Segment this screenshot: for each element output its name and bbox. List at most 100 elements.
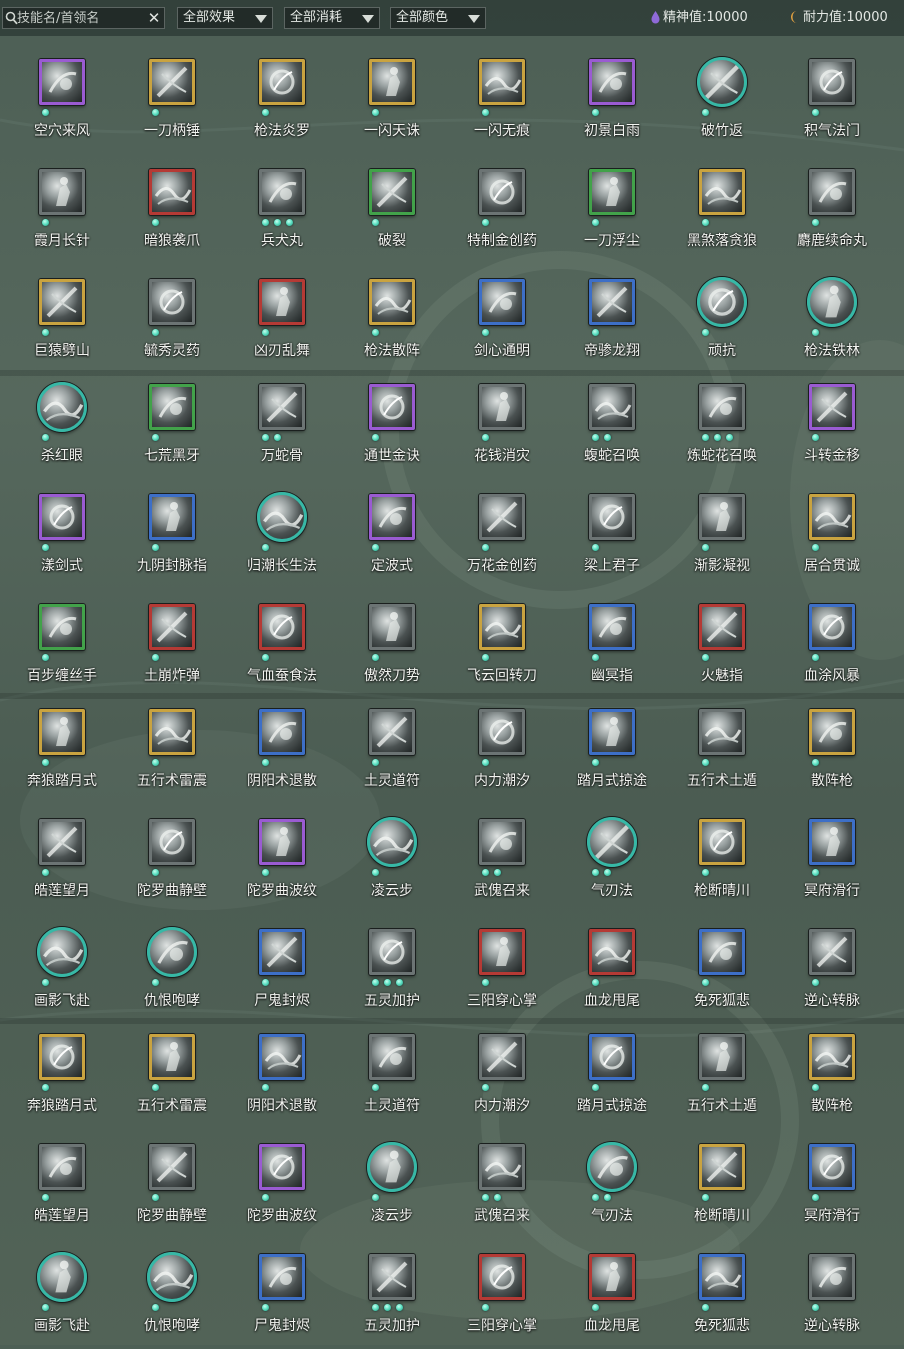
skill-card[interactable]: 陀罗曲波纹 — [227, 1139, 337, 1239]
skill-card[interactable]: 枪断晴川 — [667, 1139, 777, 1239]
skill-card[interactable]: 积气法门 — [777, 54, 887, 154]
skill-card[interactable]: 逆心转脉 — [777, 1249, 887, 1349]
skill-card[interactable]: 五行术土遁 — [667, 1029, 777, 1129]
skill-card[interactable]: 初景白雨 — [557, 54, 667, 154]
color-filter-dropdown[interactable]: 全部颜色 — [390, 7, 486, 29]
skill-card[interactable]: 渐影凝视 — [667, 489, 777, 589]
skill-card[interactable]: 五行术雷震 — [117, 1029, 227, 1129]
skill-card[interactable]: 一闪天诛 — [337, 54, 447, 154]
skill-card[interactable]: 巨猿劈山 — [7, 274, 117, 374]
skill-card[interactable]: 枪法炎罗 — [227, 54, 337, 154]
skill-card[interactable]: 花钱消灾 — [447, 379, 557, 479]
skill-card[interactable]: 皓莲望月 — [7, 1139, 117, 1239]
skill-card[interactable]: 尸鬼封烬 — [227, 1249, 337, 1349]
skill-card[interactable]: 土灵道符 — [337, 704, 447, 804]
skill-card[interactable]: 蝮蛇召唤 — [557, 379, 667, 479]
skill-card[interactable]: 仇恨咆哮 — [117, 924, 227, 1024]
skill-card[interactable]: 凌云步 — [337, 1139, 447, 1239]
skill-card[interactable]: 凌云步 — [337, 814, 447, 914]
skill-card[interactable]: 傲然刀势 — [337, 599, 447, 699]
skill-card[interactable]: 踏月式掠途 — [557, 704, 667, 804]
skill-card[interactable]: 奔狼踏月式 — [7, 704, 117, 804]
skill-card[interactable]: 七荒黑牙 — [117, 379, 227, 479]
skill-card[interactable]: 顽抗 — [667, 274, 777, 374]
skill-card[interactable]: 五行术土遁 — [667, 704, 777, 804]
skill-card[interactable]: 九阴封脉指 — [117, 489, 227, 589]
skill-card[interactable]: 麝鹿续命丸 — [777, 164, 887, 264]
skill-card[interactable]: 剑心通明 — [447, 274, 557, 374]
skill-card[interactable]: 归潮长生法 — [227, 489, 337, 589]
skill-card[interactable]: 特制金创药 — [447, 164, 557, 264]
skill-card[interactable]: 陀罗曲静壁 — [117, 1139, 227, 1239]
skill-card[interactable]: 通世金诀 — [337, 379, 447, 479]
skill-card[interactable]: 三阳穿心掌 — [447, 1249, 557, 1349]
skill-card[interactable]: 武傀召来 — [447, 814, 557, 914]
skill-card[interactable]: 血涂风暴 — [777, 599, 887, 699]
skill-card[interactable]: 画影飞赴 — [7, 1249, 117, 1349]
effect-filter-dropdown[interactable]: 全部效果 — [177, 7, 273, 29]
skill-card[interactable]: 斗转金移 — [777, 379, 887, 479]
skill-card[interactable]: 一闪无痕 — [447, 54, 557, 154]
skill-card[interactable]: 内力潮汐 — [447, 704, 557, 804]
skill-card[interactable]: 凶刃乱舞 — [227, 274, 337, 374]
skill-card[interactable]: 枪断晴川 — [667, 814, 777, 914]
skill-card[interactable]: 尸鬼封烬 — [227, 924, 337, 1024]
skill-card[interactable]: 破竹返 — [667, 54, 777, 154]
skill-card[interactable]: 土崩炸弹 — [117, 599, 227, 699]
skill-card[interactable]: 五行术雷震 — [117, 704, 227, 804]
skill-card[interactable]: 阴阳术退散 — [227, 704, 337, 804]
skill-card[interactable]: 空穴来风 — [7, 54, 117, 154]
skill-card[interactable]: 幽冥指 — [557, 599, 667, 699]
skill-card[interactable]: 枪法散阵 — [337, 274, 447, 374]
skill-card[interactable]: 内力潮汐 — [447, 1029, 557, 1129]
skill-card[interactable]: 杀红眼 — [7, 379, 117, 479]
clear-search-button[interactable]: ✕ — [146, 8, 162, 28]
skill-card[interactable]: 冥府滑行 — [777, 1139, 887, 1239]
skill-card[interactable]: 兵犬丸 — [227, 164, 337, 264]
skill-card[interactable]: 漾剑式 — [7, 489, 117, 589]
skill-card[interactable]: 气刃法 — [557, 814, 667, 914]
skill-card[interactable]: 气血蚕食法 — [227, 599, 337, 699]
skill-card[interactable]: 陀罗曲波纹 — [227, 814, 337, 914]
skill-card[interactable]: 破裂 — [337, 164, 447, 264]
skill-card[interactable]: 免死狐悲 — [667, 924, 777, 1024]
skill-card[interactable]: 仇恨咆哮 — [117, 1249, 227, 1349]
skill-card[interactable]: 皓莲望月 — [7, 814, 117, 914]
skill-card[interactable]: 免死狐悲 — [667, 1249, 777, 1349]
skill-card[interactable]: 飞云回转刀 — [447, 599, 557, 699]
skill-card[interactable]: 阴阳术退散 — [227, 1029, 337, 1129]
skill-card[interactable]: 万蛇骨 — [227, 379, 337, 479]
skill-card[interactable]: 梁上君子 — [557, 489, 667, 589]
skill-card[interactable]: 逆心转脉 — [777, 924, 887, 1024]
skill-card[interactable]: 万花金创药 — [447, 489, 557, 589]
skill-card[interactable]: 黑煞落贪狼 — [667, 164, 777, 264]
skill-card[interactable]: 陀罗曲静壁 — [117, 814, 227, 914]
skill-card[interactable]: 一刀浮尘 — [557, 164, 667, 264]
skill-card[interactable]: 毓秀灵药 — [117, 274, 227, 374]
skill-card[interactable]: 五灵加护 — [337, 924, 447, 1024]
skill-card[interactable]: 居合贯诚 — [777, 489, 887, 589]
skill-card[interactable]: 霞月长针 — [7, 164, 117, 264]
skill-card[interactable]: 一刀柄锤 — [117, 54, 227, 154]
skill-card[interactable]: 散阵枪 — [777, 1029, 887, 1129]
skill-card[interactable]: 火魅指 — [667, 599, 777, 699]
skill-card[interactable]: 百步缠丝手 — [7, 599, 117, 699]
skill-card[interactable]: 定波式 — [337, 489, 447, 589]
cost-filter-dropdown[interactable]: 全部消耗 — [284, 7, 380, 29]
skill-card[interactable]: 武傀召来 — [447, 1139, 557, 1239]
skill-card[interactable]: 画影飞赴 — [7, 924, 117, 1024]
skill-card[interactable]: 气刃法 — [557, 1139, 667, 1239]
skill-card[interactable]: 帝骖龙翔 — [557, 274, 667, 374]
skill-card[interactable]: 炼蛇花召唤 — [667, 379, 777, 479]
skill-card[interactable]: 三阳穿心掌 — [447, 924, 557, 1024]
search-input[interactable] — [17, 8, 145, 28]
skill-card[interactable]: 冥府滑行 — [777, 814, 887, 914]
skill-card[interactable]: 踏月式掠途 — [557, 1029, 667, 1129]
skill-card[interactable]: 奔狼踏月式 — [7, 1029, 117, 1129]
skill-card[interactable]: 枪法铁林 — [777, 274, 887, 374]
skill-card[interactable]: 五灵加护 — [337, 1249, 447, 1349]
skill-card[interactable]: 散阵枪 — [777, 704, 887, 804]
skill-card[interactable]: 暗狼袭爪 — [117, 164, 227, 264]
skill-card[interactable]: 血龙甩尾 — [557, 1249, 667, 1349]
skill-card[interactable]: 土灵道符 — [337, 1029, 447, 1129]
